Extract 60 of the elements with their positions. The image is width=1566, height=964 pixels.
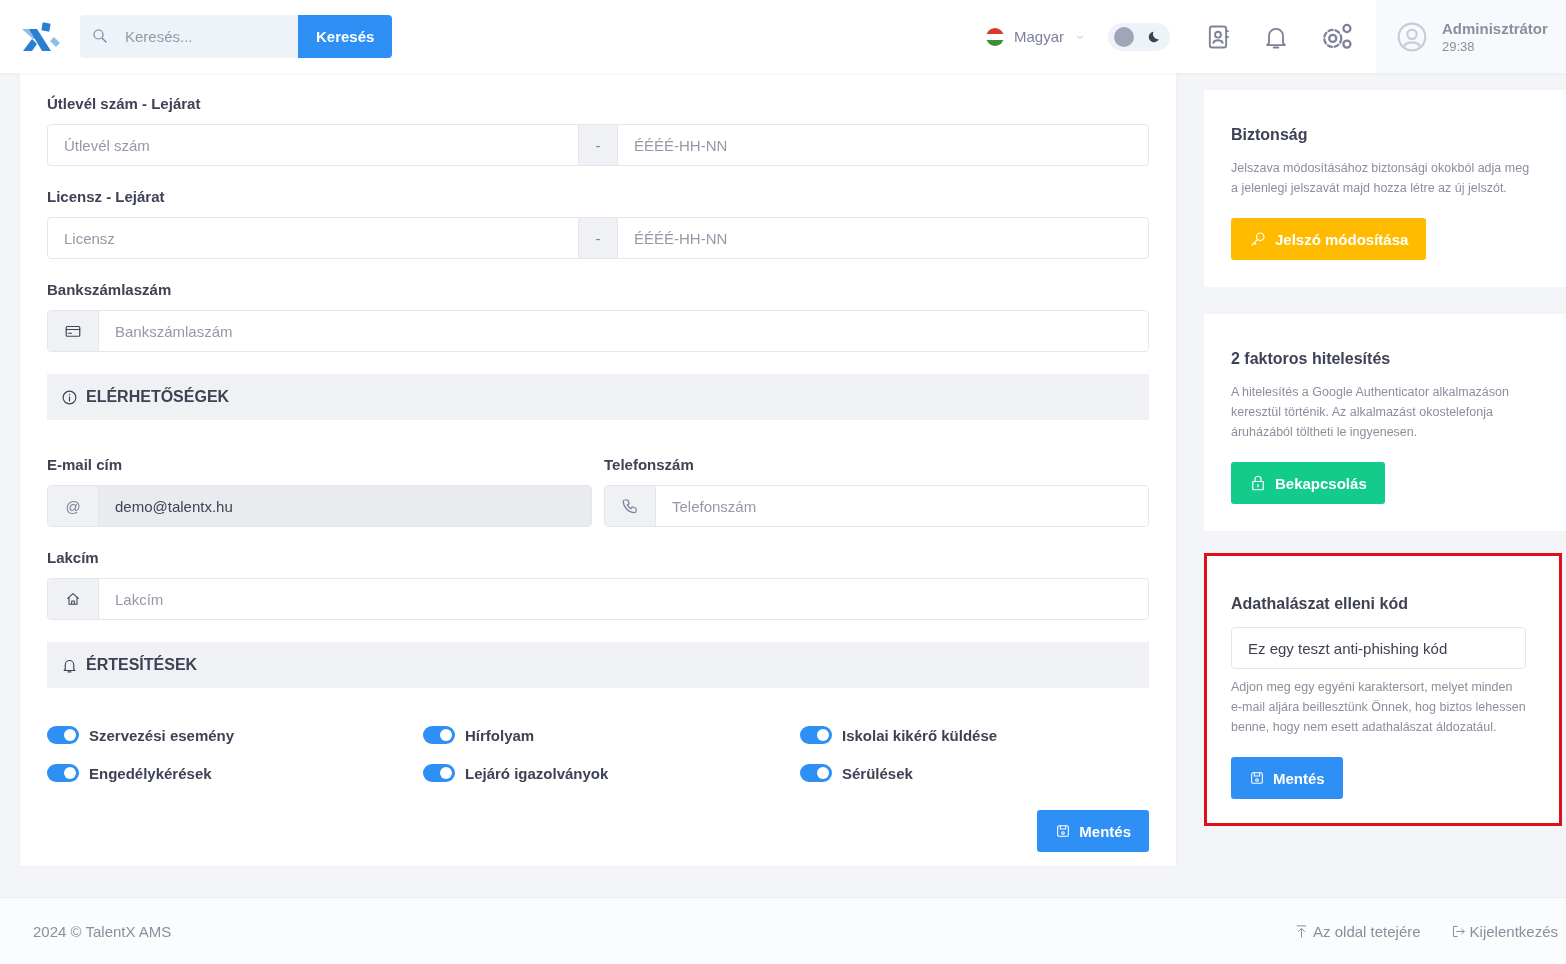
- user-avatar-icon: [1396, 20, 1428, 53]
- save-button[interactable]: Mentés: [1231, 757, 1343, 799]
- field-label: Licensz - Lejárat: [47, 188, 166, 205]
- hungarian-flag-icon: [985, 27, 1004, 46]
- toggle-label: Iskolai kikérő küldése: [842, 726, 998, 744]
- passport-number-field[interactable]: Útlevél szám: [47, 124, 579, 166]
- toggle-label: Lejáró igazolványok: [465, 764, 609, 782]
- user-name: Adminisztrátor: [1442, 19, 1548, 37]
- toggle-label: Hírfolyam: [465, 726, 535, 744]
- toggle-switch[interactable]: [423, 726, 455, 744]
- field-label: Lakcím: [47, 549, 100, 566]
- logout-link[interactable]: Kijelentkezés: [1450, 923, 1558, 940]
- card-title: Biztonság: [1231, 126, 1309, 144]
- lock-icon: [1249, 474, 1267, 492]
- card-description: Jelszava módosításához biztonsági okokból adja meg a jelenlegi jelszavát majd hozza létre az új jelszót.: [1231, 160, 1530, 197]
- session-timer: 29:38: [1442, 38, 1476, 54]
- card-title: Adathalászat elleni kód: [1231, 595, 1409, 613]
- card-description: Adjon meg egy egyéni karaktersort, melyet minden e-mail aljára beillesztünk Önnek, hog biztos lehessen benne, hogy nem esett adathalászat áldozatául.: [1231, 679, 1526, 736]
- toggle-label: Engedélykérések: [89, 764, 212, 782]
- logout-icon: [1450, 924, 1466, 939]
- license-expiry-field[interactable]: ÉÉÉÉ-HH-NN: [617, 217, 1149, 259]
- search-icon: [91, 27, 109, 45]
- language-selector[interactable]: Magyar: [985, 27, 1086, 46]
- search-button[interactable]: Keresés: [298, 15, 393, 58]
- bank-account-field[interactable]: Bankszámlaszám: [47, 310, 1149, 352]
- enable-button[interactable]: Bekapcsolás: [1231, 462, 1385, 504]
- section-title: ÉRTESÍTÉSEK: [86, 656, 198, 674]
- save-button[interactable]: Mentés: [1037, 810, 1149, 852]
- phone-field[interactable]: Telefonszám: [604, 485, 1149, 527]
- field-label: Bankszámlaszám: [47, 281, 173, 298]
- section-title: ELÉRHETŐSÉGEK: [86, 388, 230, 406]
- separator: -: [579, 217, 617, 259]
- info-icon: [61, 388, 78, 406]
- card-title: 2 faktoros hitelesítés: [1231, 350, 1392, 368]
- logo-icon[interactable]: [20, 20, 62, 53]
- change-password-button[interactable]: Jelszó módosítása: [1231, 218, 1427, 260]
- dark-mode-toggle[interactable]: [1108, 22, 1170, 51]
- passport-expiry-field[interactable]: ÉÉÉÉ-HH-NN: [617, 124, 1149, 166]
- field-label: E-mail cím: [47, 456, 124, 473]
- toggle-switch[interactable]: [800, 726, 832, 744]
- key-icon: [1249, 230, 1267, 248]
- back-to-top-link[interactable]: Az oldal tetejére: [1294, 923, 1421, 940]
- toggle-switch[interactable]: [47, 764, 79, 782]
- toggle-switch[interactable]: [800, 764, 832, 782]
- license-number-field[interactable]: Licensz: [47, 217, 579, 259]
- phone-icon: [621, 497, 639, 515]
- separator: -: [579, 124, 617, 166]
- card-description: A hitelesítés a Google Authenticator alkalmazáson keresztül történik. Az alkalmazást okostelefonja áruházából töltheti le ingyenesen.: [1231, 384, 1510, 441]
- field-label: Telefonszám: [604, 456, 695, 473]
- toggle-switch[interactable]: [423, 764, 455, 782]
- address-field[interactable]: Lakcím: [47, 578, 1149, 620]
- toggle-label: Sérülések: [842, 764, 913, 782]
- field-label: Útlevél szám - Lejárat: [47, 95, 202, 112]
- search-field[interactable]: Keresés...: [80, 15, 298, 58]
- at-sign: @: [65, 497, 81, 515]
- home-icon: [65, 591, 81, 607]
- copyright-text: 2024 © TalentX AMS: [33, 923, 172, 940]
- toggle-switch[interactable]: [47, 726, 79, 744]
- toggle-label: Szervezési esemény: [89, 726, 235, 744]
- anti-phishing-code-field[interactable]: Ez egy teszt anti-phishing kód: [1231, 627, 1526, 669]
